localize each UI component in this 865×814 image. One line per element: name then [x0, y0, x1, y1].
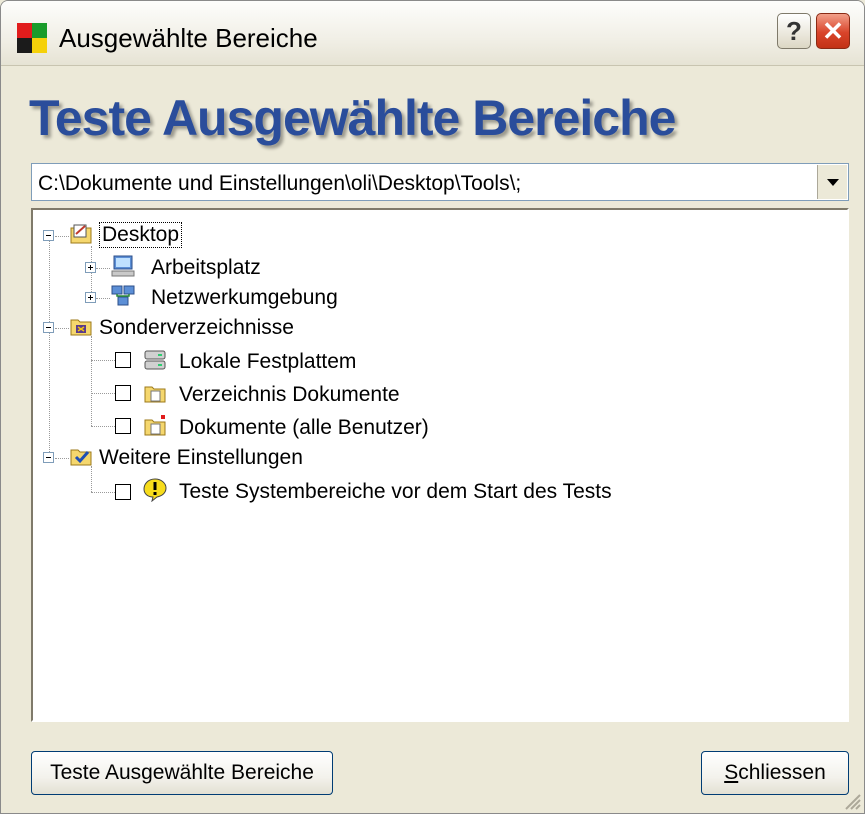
checked-folder-icon: [70, 449, 92, 466]
tree-item-weitere[interactable]: Weitere Einstellungen: [99, 446, 303, 470]
dialog-window: Ausgewählte Bereiche ? ✕ Teste Ausgewähl…: [0, 0, 865, 814]
folder-icon: [144, 386, 166, 403]
path-combobox[interactable]: C:\Dokumente und Einstellungen\oli\Deskt…: [31, 163, 849, 201]
dropdown-arrow-icon[interactable]: [817, 165, 847, 199]
checkbox-lokale[interactable]: [115, 352, 131, 368]
page-heading: Teste Ausgewählte Bereiche: [29, 90, 676, 146]
collapse-sonder-icon[interactable]: [43, 322, 54, 333]
network-icon: [111, 285, 135, 306]
tree-item-arbeitsplatz[interactable]: Arbeitsplatz: [151, 256, 261, 280]
tree-item-lokale[interactable]: Lokale Festplattem: [179, 350, 356, 374]
checkbox-dokumente-alle[interactable]: [115, 418, 131, 434]
tree-item-dokumente-alle[interactable]: Dokumente (alle Benutzer): [179, 416, 429, 440]
area-treeview[interactable]: Desktop Arbeitsplatz Netzwerkumgebung So…: [31, 208, 849, 722]
path-value: C:\Dokumente und Einstellungen\oli\Deskt…: [38, 172, 522, 195]
help-button[interactable]: ?: [777, 13, 811, 49]
expand-arbeitsplatz-icon[interactable]: [85, 262, 96, 273]
tree-item-netzwerk[interactable]: Netzwerkumgebung: [151, 286, 338, 310]
checkbox-teste-system[interactable]: [115, 484, 131, 500]
app-logo-icon: [17, 23, 47, 53]
checkbox-verzeichnis[interactable]: [115, 385, 131, 401]
window-title: Ausgewählte Bereiche: [59, 23, 318, 53]
close-button[interactable]: Schliessen: [701, 751, 849, 795]
desktop-folder-icon: [70, 224, 92, 244]
computer-icon: [111, 255, 135, 277]
tree-item-verzeichnis[interactable]: Verzeichnis Dokumente: [179, 383, 400, 407]
hard-drive-icon: [144, 350, 166, 370]
shared-folder-icon: [144, 415, 166, 436]
close-button-label: Schliessen: [724, 761, 826, 784]
collapse-weitere-icon[interactable]: [43, 452, 54, 463]
tree-item-sonder[interactable]: Sonderverzeichnisse: [99, 316, 294, 340]
expand-netzwerk-icon[interactable]: [85, 292, 96, 303]
tree-item-desktop[interactable]: Desktop: [99, 222, 183, 248]
collapse-desktop-icon[interactable]: [43, 230, 54, 241]
close-window-button[interactable]: ✕: [816, 13, 850, 49]
tree-item-teste-system[interactable]: Teste Systembereiche vor dem Start des T…: [179, 480, 612, 504]
test-selected-button[interactable]: Teste Ausgewählte Bereiche: [31, 751, 333, 795]
warning-icon: [143, 478, 167, 502]
special-folder-icon: [70, 319, 92, 336]
resize-grip-icon[interactable]: [840, 789, 862, 811]
title-bar[interactable]: Ausgewählte Bereiche ? ✕: [1, 1, 864, 66]
